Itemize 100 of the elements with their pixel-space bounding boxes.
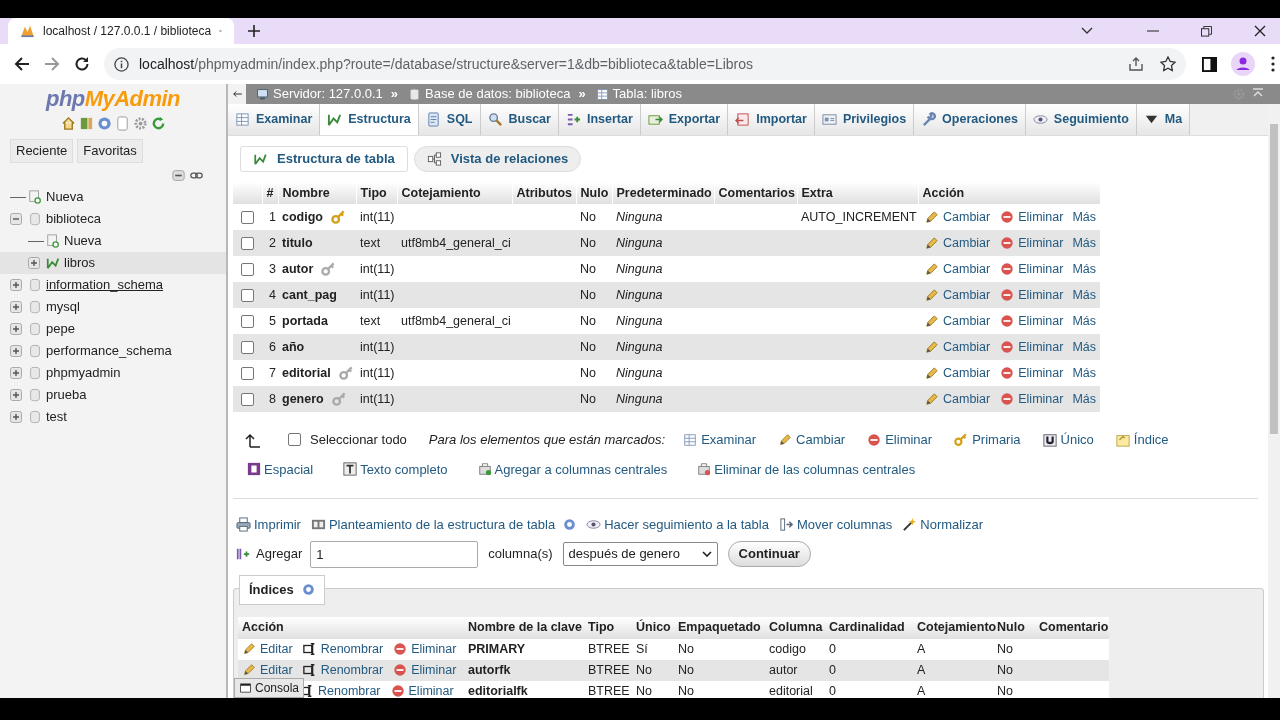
more-link[interactable]: Más <box>1072 363 1097 383</box>
sub-tab[interactable]: Vista de relaciones <box>413 146 582 172</box>
expand-icon[interactable] <box>10 389 22 401</box>
console-icon[interactable] <box>239 682 252 694</box>
bulk-action-link[interactable]: Agregar a columnas centrales <box>477 459 668 479</box>
nav-tab[interactable]: Ma <box>1136 104 1191 135</box>
column-count-field[interactable]: 1 <box>310 540 479 568</box>
address-bar[interactable]: localhost/phpmyadmin/index.php?route=/database/structure&server=1&db=biblioteca&table=Libros <box>104 48 1186 80</box>
drop-link[interactable]: Eliminar <box>1000 233 1064 253</box>
collapse-icon[interactable] <box>171 169 186 182</box>
column-header[interactable]: Predeterminado <box>616 185 712 200</box>
close-icon[interactable] <box>1254 25 1266 37</box>
drop-link[interactable]: Eliminar <box>1000 337 1064 357</box>
bulk-action-link[interactable]: Primaria <box>954 430 1021 450</box>
back-icon[interactable] <box>14 56 30 72</box>
help-icon[interactable] <box>563 518 577 532</box>
expand-icon[interactable] <box>10 345 22 357</box>
bulk-action-link[interactable]: Examinar <box>683 430 757 450</box>
column-header[interactable]: Columna <box>769 620 823 635</box>
restore-icon[interactable] <box>1201 25 1212 37</box>
column-header[interactable]: # <box>266 185 274 200</box>
bulk-action-link[interactable]: Índice <box>1115 430 1169 450</box>
tool-link[interactable]: Normalizar <box>902 515 984 535</box>
change-link[interactable]: Cambiar <box>924 337 991 357</box>
nav-tab[interactable]: SQL <box>418 104 481 135</box>
logo-text[interactable]: phpMyAdmin <box>46 86 180 112</box>
nav-tab[interactable]: Insertar <box>558 104 641 135</box>
drop-link[interactable]: Eliminar <box>1000 285 1064 305</box>
expand-icon[interactable] <box>10 323 22 335</box>
bulk-action-link[interactable]: Espacial <box>247 459 314 479</box>
nav-tab[interactable]: Estructura <box>320 104 419 135</box>
expand-icon[interactable] <box>10 411 22 423</box>
column-header[interactable]: Acción <box>922 185 965 200</box>
more-link[interactable]: Más <box>1072 259 1097 279</box>
tree-item[interactable]: prueba <box>46 385 87 405</box>
row-checkbox[interactable] <box>241 314 254 328</box>
row-checkbox[interactable] <box>241 236 254 250</box>
more-link[interactable]: Más <box>1072 337 1097 357</box>
nav-tab[interactable]: Privilegios <box>814 104 915 135</box>
menu-icon[interactable] <box>1271 56 1275 72</box>
drop-link[interactable]: Eliminar <box>390 681 454 698</box>
change-link[interactable]: Cambiar <box>924 233 991 253</box>
info-icon[interactable] <box>114 56 129 72</box>
change-link[interactable]: Cambiar <box>924 311 991 331</box>
change-link[interactable]: Cambiar <box>924 259 991 279</box>
nav-tab[interactable]: Exportar <box>640 104 729 135</box>
change-link[interactable]: Cambiar <box>924 285 991 305</box>
tree-item[interactable]: biblioteca <box>46 209 101 229</box>
column-header[interactable]: Extra <box>801 185 833 200</box>
settings-icon[interactable] <box>132 116 148 131</box>
share-icon[interactable] <box>1128 56 1144 72</box>
chevron-down-icon[interactable] <box>1081 27 1093 35</box>
more-link[interactable]: Más <box>1072 311 1097 331</box>
expand-icon[interactable] <box>10 301 22 313</box>
column-header[interactable]: Cotejamiento <box>917 620 997 635</box>
row-checkbox[interactable] <box>241 366 254 380</box>
tree-item[interactable]: pepe <box>46 319 75 339</box>
more-link[interactable]: Más <box>1072 389 1097 409</box>
nav-tab[interactable]: Buscar <box>480 104 559 135</box>
nav-tab[interactable]: Examinar <box>228 104 321 135</box>
drop-link[interactable]: Eliminar <box>1000 207 1064 227</box>
tool-link[interactable]: Planteamiento de la estructura de tabla <box>310 515 556 535</box>
drop-link[interactable]: Eliminar <box>1000 363 1064 383</box>
drop-link[interactable]: Eliminar <box>1000 389 1064 409</box>
column-header[interactable]: Único <box>636 620 671 635</box>
change-link[interactable]: Cambiar <box>924 207 991 227</box>
change-link[interactable]: Cambiar <box>924 389 991 409</box>
tree-item[interactable]: mysql <box>46 297 80 317</box>
link-icon[interactable] <box>189 169 204 182</box>
sidebar-tab[interactable]: Reciente <box>10 139 74 163</box>
column-header[interactable]: Cardinalidad <box>829 620 905 635</box>
more-link[interactable]: Más <box>1072 285 1097 305</box>
drop-link[interactable]: Eliminar <box>1000 311 1064 331</box>
column-header[interactable]: Nombre de la clave <box>468 620 582 635</box>
drop-link[interactable]: Eliminar <box>1000 259 1064 279</box>
column-header[interactable]: Nulo <box>997 620 1025 635</box>
continue-button[interactable]: Continuar <box>727 541 811 567</box>
help-icon[interactable] <box>301 583 315 596</box>
column-header[interactable]: Tipo <box>360 185 387 200</box>
bulk-action-link[interactable]: Texto completo <box>343 459 448 479</box>
tree-item[interactable]: test <box>46 407 67 427</box>
tool-link[interactable]: Mover columnas <box>778 515 893 535</box>
rename-link[interactable]: Renombrar <box>302 660 384 680</box>
edit-link[interactable]: Editar <box>242 639 293 659</box>
row-checkbox[interactable] <box>241 210 254 224</box>
more-link[interactable]: Más <box>1072 233 1097 253</box>
tool-link[interactable]: Imprimir <box>236 515 301 535</box>
home-icon[interactable] <box>60 116 76 131</box>
expand-icon[interactable] <box>10 367 22 379</box>
collapse-icon[interactable] <box>10 213 22 225</box>
rename-link[interactable]: Renombrar <box>302 639 384 659</box>
server-icon[interactable] <box>256 87 269 101</box>
bulk-action-link[interactable]: Eliminar <box>867 430 933 450</box>
nav-tab[interactable]: Operaciones <box>914 104 1026 135</box>
tree-item[interactable]: information_schema <box>46 275 164 295</box>
row-checkbox[interactable] <box>241 392 254 406</box>
bulk-action-link[interactable]: Eliminar de las columnas centrales <box>697 459 916 479</box>
profile-avatar-icon[interactable] <box>1231 52 1255 76</box>
more-link[interactable]: Más <box>1072 207 1097 227</box>
expand-icon[interactable] <box>10 279 22 291</box>
